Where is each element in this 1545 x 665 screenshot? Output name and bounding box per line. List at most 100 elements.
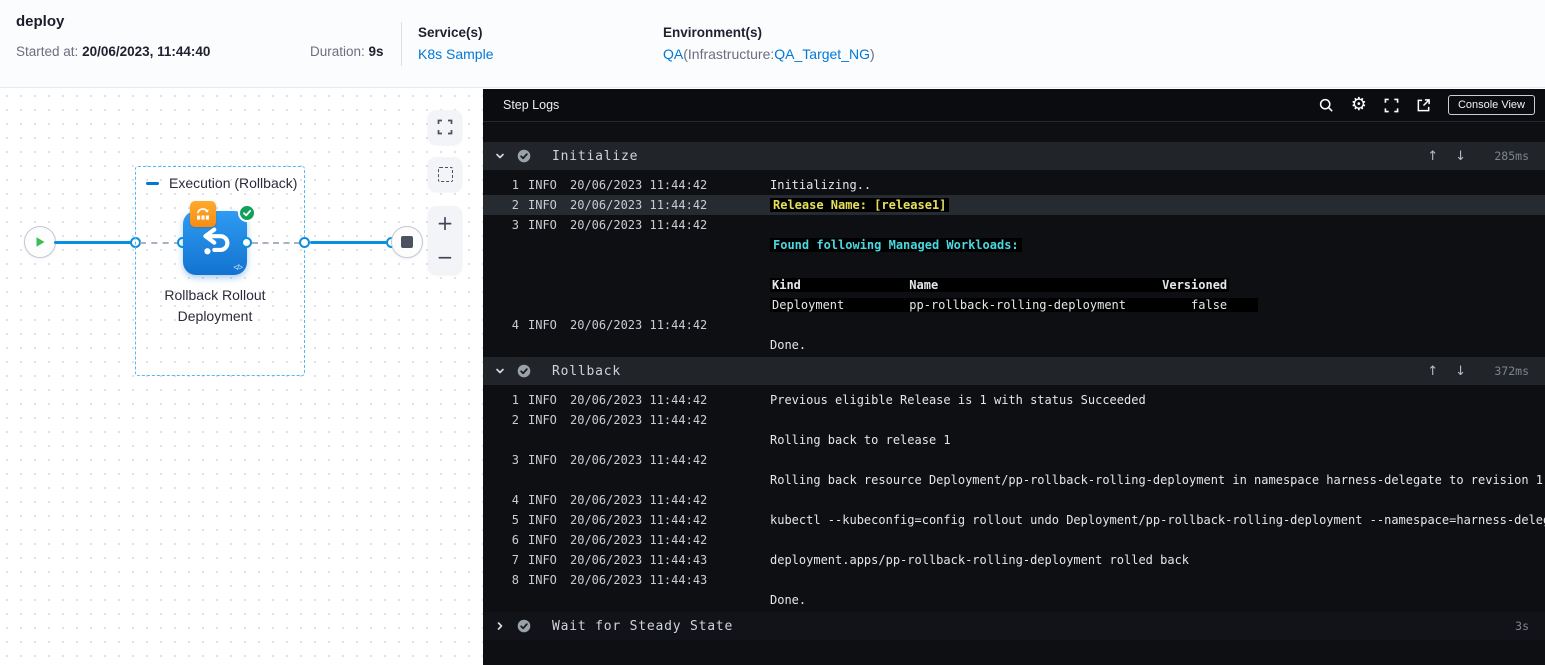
log-message: Kind Name Versioned <box>770 278 1230 292</box>
log-section-header[interactable]: Wait for Steady State 3s <box>483 612 1545 640</box>
log-section-header[interactable]: Initialize ↑ ↓ 285ms <box>483 142 1545 170</box>
log-scroll-area[interactable]: Initialize ↑ ↓ 285ms 1 INFO 20/06/2023 11:44:4… <box>483 122 1545 665</box>
log-line: 4 INFO 20/06/2023 11:44:42 <box>483 315 1545 335</box>
console-title: Step Logs <box>503 98 560 112</box>
execution-group-label[interactable]: Execution (Rollback) <box>146 175 297 191</box>
log-section-title: Initialize <box>552 148 639 164</box>
log-level: INFO <box>528 218 557 232</box>
step-success-status-icon <box>517 364 531 378</box>
service-link[interactable]: K8s Sample <box>418 46 493 62</box>
log-line: 3 INFO 20/06/2023 11:44:42 <box>483 450 1545 470</box>
log-message: Done. <box>770 338 807 352</box>
log-timestamp: 20/06/2023 11:44:42 <box>570 198 708 212</box>
started-at: Started at: 20/06/2023, 11:44:40 <box>16 44 210 59</box>
expand-fullscreen-icon[interactable] <box>1384 98 1399 113</box>
log-timestamp: 20/06/2023 11:44:43 <box>570 573 708 587</box>
log-message: Rolling back resource Deployment/pp-roll… <box>770 473 1544 487</box>
canvas-marquee-select-button[interactable] <box>428 157 462 191</box>
step-success-icon <box>238 204 256 222</box>
log-section-actions: ↑ ↓ 285ms <box>1427 149 1545 164</box>
log-line: Done. <box>483 590 1545 610</box>
log-line: 7 INFO 20/06/2023 11:44:43 deployment.apps/… <box>483 550 1545 570</box>
log-line: 4 INFO 20/06/2023 11:44:42 <box>483 490 1545 510</box>
log-line-number: 2 <box>511 198 519 212</box>
connector-step-right <box>241 237 252 248</box>
duration-label: Duration: <box>310 44 365 59</box>
chevron-down-icon[interactable] <box>495 366 515 376</box>
environment-name[interactable]: QA <box>663 46 683 62</box>
log-message: deployment.apps/pp-rollback-rolling-depl… <box>770 553 1190 567</box>
log-line: Deployment pp-rollback-rolling-deploymen… <box>483 295 1545 315</box>
started-at-value: 20/06/2023, 11:44:40 <box>82 44 211 59</box>
environment-suffix: ) <box>869 46 875 62</box>
log-line-number: 8 <box>511 573 519 587</box>
open-in-new-tab-icon[interactable] <box>1416 98 1431 113</box>
execution-header: deploy Started at: 20/06/2023, 11:44:40 … <box>0 0 1545 88</box>
console-header: Step Logs ⚙ Console View <box>483 89 1545 122</box>
settings-gear-icon[interactable]: ⚙ <box>1351 96 1367 114</box>
chevron-down-icon[interactable] <box>495 151 515 161</box>
log-line: 8 INFO 20/06/2023 11:44:43 <box>483 570 1545 590</box>
log-level: INFO <box>528 198 557 212</box>
log-timestamp: 20/06/2023 11:44:42 <box>570 413 708 427</box>
log-timestamp: 20/06/2023 11:44:42 <box>570 178 708 192</box>
log-line: Done. <box>483 335 1545 355</box>
code-mark-icon: </> <box>233 263 243 272</box>
environment-infra-prefix: (Infrastructure: <box>683 46 775 62</box>
zoom-out-button[interactable]: − <box>428 240 462 274</box>
scroll-to-bottom-button[interactable]: ↓ <box>1455 149 1466 164</box>
log-line-number: 3 <box>511 218 519 232</box>
section-duration: 285ms <box>1494 149 1529 163</box>
execution-group-title: Execution (Rollback) <box>169 175 298 191</box>
fullscreen-icon <box>437 119 453 135</box>
log-level: INFO <box>528 413 557 427</box>
step-success-status-icon <box>517 619 531 633</box>
log-level: INFO <box>528 178 557 192</box>
log-section-header[interactable]: Rollback ↑ ↓ 372ms <box>483 357 1545 385</box>
log-line-number: 4 <box>511 493 519 507</box>
log-line-number: 7 <box>511 553 519 567</box>
log-level: INFO <box>528 318 557 332</box>
play-icon <box>36 237 45 247</box>
infrastructure-link[interactable]: QA_Target_NG <box>774 46 870 62</box>
step-label[interactable]: Rollback Rollout Deployment <box>130 285 300 327</box>
zoom-in-button[interactable]: + <box>428 206 462 240</box>
canvas-fullscreen-button[interactable] <box>428 110 462 144</box>
collapse-group-icon[interactable] <box>146 181 159 185</box>
log-level: INFO <box>528 513 557 527</box>
console-view-button[interactable]: Console View <box>1447 95 1535 115</box>
edge-group-to-end <box>310 241 387 244</box>
scroll-to-top-button[interactable]: ↑ <box>1427 364 1438 379</box>
log-message: Previous eligible Release is 1 with stat… <box>770 393 1146 407</box>
log-sections: Initialize ↑ ↓ 285ms 1 INFO 20/06/2023 11:44:4… <box>483 142 1545 640</box>
scroll-to-top-button[interactable]: ↑ <box>1427 149 1438 164</box>
header-divider <box>401 22 402 66</box>
log-message: Found following Managed Workloads: <box>770 238 1545 252</box>
services-block: Service(s) K8s Sample <box>418 25 493 62</box>
scroll-to-bottom-button[interactable]: ↓ <box>1455 364 1466 379</box>
section-duration: 3s <box>1515 619 1529 633</box>
log-level: INFO <box>528 453 557 467</box>
edge-dashed-left <box>140 242 180 244</box>
log-timestamp: 20/06/2023 11:44:42 <box>570 453 708 467</box>
chevron-right-icon[interactable] <box>495 621 515 631</box>
log-line: Rolling back resource Deployment/pp-roll… <box>483 470 1545 490</box>
edge-start-to-group <box>54 241 133 244</box>
log-level: INFO <box>528 573 557 587</box>
log-level: INFO <box>528 493 557 507</box>
duration-value: 9s <box>368 44 384 59</box>
search-icon[interactable] <box>1319 98 1334 113</box>
edge-dashed-right <box>252 242 300 244</box>
step-success-status-icon <box>517 149 531 163</box>
step-logs-console: Step Logs ⚙ Console View Initialize ↑ ↓ 285… <box>483 89 1545 665</box>
log-line-number: 2 <box>511 413 519 427</box>
log-section-actions: 3s <box>1483 619 1545 633</box>
environments-label: Environment(s) <box>663 25 763 40</box>
log-line: 6 INFO 20/06/2023 11:44:42 <box>483 530 1545 550</box>
environment-link[interactable]: QA(Infrastructure:QA_Target_NG) <box>663 46 875 62</box>
end-node <box>391 226 423 258</box>
rollout-deployment-badge-icon <box>190 201 216 227</box>
pipeline-graph-panel[interactable]: Execution (Rollback) </> Rollback Rollou… <box>0 89 483 665</box>
connector-group-right <box>299 237 310 248</box>
